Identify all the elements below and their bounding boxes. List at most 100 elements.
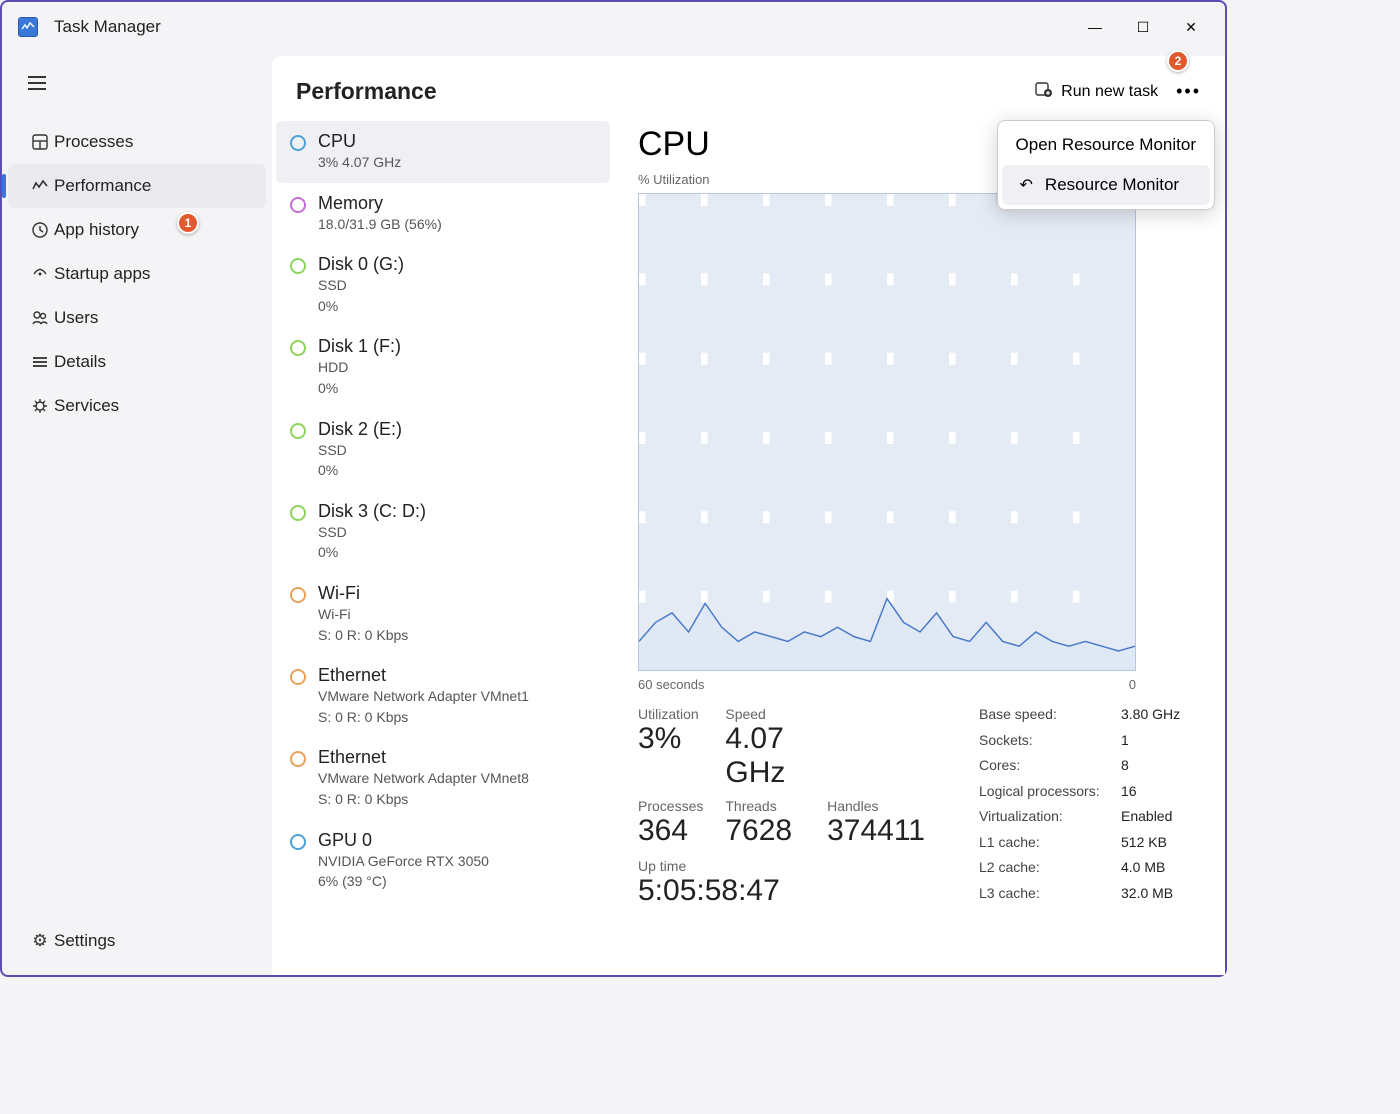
spec-value: 32.0 MB [1121, 885, 1201, 909]
perf-title: GPU 0 [318, 830, 489, 851]
performance-list: CPU3% 4.07 GHz Memory18.0/31.9 GB (56%) … [272, 121, 614, 975]
open-resource-monitor[interactable]: Open Resource Monitor [998, 125, 1214, 165]
spec-value: 16 [1121, 783, 1201, 807]
run-task-icon [1035, 80, 1053, 103]
spec-key: Cores: [979, 757, 1121, 781]
perf-sub: NVIDIA GeForce RTX 3050 [318, 852, 489, 872]
more-button[interactable]: ••• [1176, 81, 1201, 102]
more-menu-popup: Open Resource Monitor ↶ Resource Monitor [997, 120, 1215, 210]
perf-title: Disk 0 (G:) [318, 254, 404, 275]
stat-label: Speed [725, 706, 805, 722]
perf-title: Ethernet [318, 747, 529, 768]
titlebar: Task Manager — ☐ ✕ [2, 2, 1225, 52]
close-button[interactable]: ✕ [1167, 7, 1215, 47]
stat-label: Processes [638, 798, 703, 814]
perf-title: Ethernet [318, 665, 529, 686]
nav-icon [26, 309, 54, 327]
perf-title: CPU [318, 131, 401, 152]
stat-value: 364 [638, 814, 703, 848]
nav-label: Processes [54, 132, 133, 152]
xaxis-right: 0 [1129, 677, 1136, 692]
sidebar-item-performance[interactable]: Performance [8, 164, 266, 208]
spec-value: 4.0 MB [1121, 859, 1201, 883]
detail-title: CPU [638, 125, 710, 164]
perf-item-disk-2-e-[interactable]: Disk 2 (E:)SSD0% [276, 409, 610, 491]
popup-item-label: Open Resource Monitor [1016, 135, 1196, 155]
perf-bullet-icon [290, 669, 306, 685]
perf-sub: 0% [318, 461, 402, 481]
perf-sub: SSD [318, 523, 426, 543]
nav-icon [26, 397, 54, 415]
spec-key: L2 cache: [979, 859, 1121, 883]
run-task-label: Run new task [1061, 83, 1158, 101]
sidebar-item-details[interactable]: Details [8, 340, 266, 384]
perf-item-disk-0-g-[interactable]: Disk 0 (G:)SSD0% [276, 244, 610, 326]
nav-label: Details [54, 352, 106, 372]
stat-label: Utilization [638, 706, 703, 722]
sidebar-item-startup-apps[interactable]: Startup apps [8, 252, 266, 296]
perf-bullet-icon [290, 505, 306, 521]
perf-bullet-icon [290, 587, 306, 603]
sidebar-item-services[interactable]: Services [8, 384, 266, 428]
perf-sub: 0% [318, 379, 401, 399]
popup-item-label: Resource Monitor [1045, 175, 1179, 195]
perf-title: Disk 1 (F:) [318, 336, 401, 357]
perf-sub: Wi-Fi [318, 605, 408, 625]
sidebar-settings[interactable]: ⚙ Settings [8, 919, 266, 963]
spec-key: L1 cache: [979, 834, 1121, 858]
perf-item-memory[interactable]: Memory18.0/31.9 GB (56%) [276, 183, 610, 245]
perf-bullet-icon [290, 751, 306, 767]
perf-title: Memory [318, 193, 442, 214]
nav-icon [26, 177, 54, 195]
hamburger-button[interactable] [16, 62, 58, 104]
spec-value: 8 [1121, 757, 1201, 781]
maximize-button[interactable]: ☐ [1119, 7, 1167, 47]
perf-title: Wi-Fi [318, 583, 408, 604]
perf-item-wi-fi[interactable]: Wi-FiWi-FiS: 0 R: 0 Kbps [276, 573, 610, 655]
perf-item-disk-1-f-[interactable]: Disk 1 (F:)HDD0% [276, 326, 610, 408]
spec-value: 512 KB [1121, 834, 1201, 858]
nav-icon [26, 265, 54, 283]
perf-sub: S: 0 R: 0 Kbps [318, 708, 529, 728]
spec-key: Logical processors: [979, 783, 1121, 807]
perf-sub: HDD [318, 358, 401, 378]
stat-label: Threads [725, 798, 805, 814]
perf-title: Disk 3 (C: D:) [318, 501, 426, 522]
run-new-task-button[interactable]: Run new task [1035, 80, 1158, 103]
spec-value: Enabled [1121, 808, 1201, 832]
perf-item-disk-3-c-d-[interactable]: Disk 3 (C: D:)SSD0% [276, 491, 610, 573]
annotation-badge-1: 1 [177, 212, 199, 234]
xaxis-left: 60 seconds [638, 677, 705, 692]
spec-value: 1 [1121, 732, 1201, 756]
perf-sub: 0% [318, 543, 426, 563]
nav-label: Users [54, 308, 98, 328]
perf-sub: 3% 4.07 GHz [318, 153, 401, 173]
spec-key: Virtualization: [979, 808, 1121, 832]
perf-bullet-icon [290, 258, 306, 274]
perf-bullet-icon [290, 135, 306, 151]
perf-item-cpu[interactable]: CPU3% 4.07 GHz [276, 121, 610, 183]
perf-bullet-icon [290, 834, 306, 850]
sidebar-item-users[interactable]: Users [8, 296, 266, 340]
perf-bullet-icon [290, 197, 306, 213]
cpu-chart [638, 193, 1136, 671]
sidebar-settings-label: Settings [54, 931, 115, 951]
perf-sub: 6% (39 °C) [318, 872, 489, 892]
minimize-button[interactable]: — [1071, 7, 1119, 47]
nav-icon [26, 133, 54, 151]
perf-item-ethernet[interactable]: EthernetVMware Network Adapter VMnet1S: … [276, 655, 610, 737]
perf-item-ethernet[interactable]: EthernetVMware Network Adapter VMnet8S: … [276, 737, 610, 819]
app-icon [18, 17, 38, 37]
sidebar-item-app-history[interactable]: App history [8, 208, 266, 252]
nav-icon [26, 353, 54, 371]
stat-label: Handles [827, 798, 925, 814]
perf-sub: SSD [318, 276, 404, 296]
stat-value: 374411 [827, 814, 925, 848]
perf-item-gpu-0[interactable]: GPU 0NVIDIA GeForce RTX 30506% (39 °C) [276, 820, 610, 902]
sidebar-item-processes[interactable]: Processes [8, 120, 266, 164]
resource-monitor[interactable]: ↶ Resource Monitor [1002, 165, 1210, 205]
stat-value: 4.07 GHz [725, 722, 805, 790]
perf-sub: S: 0 R: 0 Kbps [318, 790, 529, 810]
stat-value: 3% [638, 722, 703, 756]
spec-key: Base speed: [979, 706, 1121, 730]
